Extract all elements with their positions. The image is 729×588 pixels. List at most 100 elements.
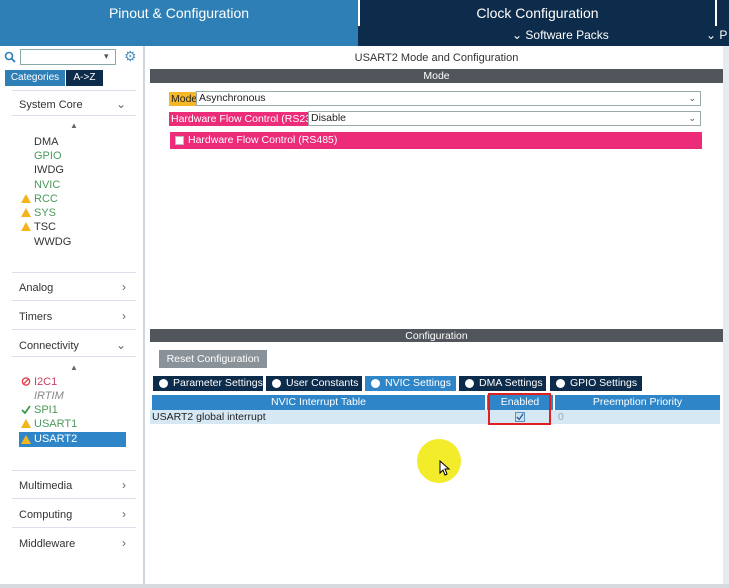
- mode-select[interactable]: Asynchronous ⌄: [196, 91, 701, 106]
- tab-extra[interactable]: [717, 0, 729, 26]
- chevron-right-icon: ›: [122, 309, 126, 323]
- hwfc-select-value: Disable: [311, 112, 347, 124]
- chevron-down-icon: ⌄: [115, 97, 126, 111]
- pinout-view-menu[interactable]: ⌄ P: [706, 28, 727, 42]
- categories-button[interactable]: Categories: [5, 70, 65, 86]
- category-label: Multimedia: [19, 480, 73, 492]
- category-label: Timers: [19, 311, 53, 323]
- category-label: Analog: [19, 282, 54, 294]
- tab-user-constants[interactable]: User Constants: [266, 376, 362, 391]
- list-item-usart2[interactable]: USART2: [34, 433, 77, 445]
- list-item-nvic[interactable]: NVIC: [34, 179, 60, 191]
- chevron-down-icon: ⌄: [115, 338, 126, 352]
- chevron-right-icon: ›: [122, 536, 126, 550]
- warning-icon: [21, 208, 31, 217]
- warning-icon: [21, 435, 31, 444]
- table-header-priority[interactable]: Preemption Priority: [555, 395, 720, 410]
- category-connectivity[interactable]: Connectivity ⌄: [19, 338, 134, 352]
- table-header-interrupt[interactable]: NVIC Interrupt Table: [152, 395, 485, 410]
- category-label: Computing: [19, 509, 73, 521]
- tab-nvic-settings[interactable]: NVIC Settings: [365, 376, 456, 391]
- chevron-right-icon: ›: [122, 478, 126, 492]
- mode-header: Mode: [150, 69, 723, 83]
- list-item-gpio[interactable]: GPIO: [34, 150, 62, 162]
- divider: [12, 90, 136, 91]
- blocked-icon: [21, 377, 31, 386]
- list-item-iwdg[interactable]: IWDG: [34, 164, 64, 176]
- list-item-irtim[interactable]: IRTIM: [34, 390, 64, 402]
- divider: [12, 272, 136, 273]
- priority-cell[interactable]: 0: [558, 411, 564, 423]
- tab-pinout-configuration[interactable]: Pinout & Configuration: [0, 0, 358, 26]
- scroll-up-icon[interactable]: ▲: [70, 363, 78, 372]
- category-middleware[interactable]: Middleware ›: [19, 536, 134, 550]
- check-circle-icon: [371, 379, 380, 388]
- right-panel: USART2 Mode and Configuration Mode Mode …: [150, 46, 723, 584]
- software-packs-menu[interactable]: ⌄ Software Packs: [512, 28, 609, 42]
- category-computing[interactable]: Computing ›: [19, 507, 134, 521]
- reset-configuration-button[interactable]: Reset Configuration: [159, 350, 267, 368]
- configuration-header: Configuration: [150, 329, 723, 343]
- tab-label: GPIO Settings: [570, 377, 638, 389]
- list-item-rcc[interactable]: RCC: [34, 193, 58, 205]
- tab-clock-configuration[interactable]: Clock Configuration: [360, 0, 715, 26]
- search-input[interactable]: [20, 49, 116, 65]
- list-item-sys[interactable]: SYS: [34, 207, 56, 219]
- warning-icon: [21, 222, 31, 231]
- divider: [12, 498, 136, 499]
- hwfc-rs485-row[interactable]: Hardware Flow Control (RS485): [170, 132, 702, 149]
- gear-icon[interactable]: ⚙: [124, 48, 137, 65]
- list-item-tsc[interactable]: TSC: [34, 221, 56, 233]
- chevron-down-icon: ⌄: [688, 113, 696, 123]
- category-system-core[interactable]: System Core ⌄: [19, 97, 134, 111]
- hwfc-rs485-label: Hardware Flow Control (RS485): [188, 134, 338, 146]
- mouse-cursor-icon: [439, 460, 451, 476]
- scrollbar-right[interactable]: [723, 46, 729, 584]
- tab-label: User Constants: [286, 377, 359, 389]
- category-label: Middleware: [19, 538, 76, 550]
- chevron-down-icon[interactable]: ▾: [104, 51, 109, 62]
- interrupt-name-cell: USART2 global interrupt: [152, 411, 266, 423]
- hwfc-rs232-label: Hardware Flow Control (RS232): [169, 112, 323, 126]
- category-multimedia[interactable]: Multimedia ›: [19, 478, 134, 492]
- list-item-i2c1[interactable]: I2C1: [34, 376, 57, 388]
- tab-parameter-settings[interactable]: Parameter Settings: [153, 376, 263, 391]
- chevron-right-icon: ›: [122, 507, 126, 521]
- highlight-box: [488, 393, 551, 425]
- scroll-up-icon[interactable]: ▲: [70, 121, 78, 130]
- category-timers[interactable]: Timers ›: [19, 309, 134, 323]
- list-item-wwdg[interactable]: WWDG: [34, 236, 71, 248]
- tab-dma-settings[interactable]: DMA Settings: [459, 376, 546, 391]
- warning-icon: [21, 194, 31, 203]
- mode-label: Mode: [169, 92, 200, 106]
- list-item-spi1[interactable]: SPI1: [34, 404, 58, 416]
- category-label: System Core: [19, 99, 83, 111]
- top-bar: Pinout & Configuration Clock Configurati…: [0, 0, 729, 46]
- tab-label: Parameter Settings: [173, 377, 263, 389]
- check-icon: [21, 405, 31, 414]
- divider: [12, 470, 136, 471]
- category-label: Connectivity: [19, 340, 79, 352]
- left-panel: ▾ ⚙ Categories A->Z System Core ⌄ ▲ DMA …: [0, 46, 145, 584]
- page-title: USART2 Mode and Configuration: [354, 52, 519, 64]
- category-analog[interactable]: Analog ›: [19, 280, 134, 294]
- mode-section: Mode Asynchronous ⌄ Hardware Flow Contro…: [150, 84, 723, 328]
- check-circle-icon: [465, 379, 474, 388]
- chevron-right-icon: ›: [122, 280, 126, 294]
- check-circle-icon: [556, 379, 565, 388]
- search-icon[interactable]: [4, 51, 16, 63]
- az-button[interactable]: A->Z: [66, 70, 103, 86]
- hwfc-rs232-select[interactable]: Disable ⌄: [308, 111, 701, 126]
- check-circle-icon: [159, 379, 168, 388]
- divider: [12, 329, 136, 330]
- chevron-down-icon: ⌄: [688, 93, 696, 103]
- divider: [12, 115, 136, 116]
- tab-label: DMA Settings: [479, 377, 543, 389]
- divider: [12, 527, 136, 528]
- tab-gpio-settings[interactable]: GPIO Settings: [550, 376, 642, 391]
- list-item-usart1[interactable]: USART1: [34, 418, 77, 430]
- mode-select-value: Asynchronous: [199, 92, 266, 104]
- hwfc-rs485-checkbox[interactable]: [175, 136, 184, 145]
- bottom-strip: [0, 584, 729, 588]
- list-item-dma[interactable]: DMA: [34, 136, 58, 148]
